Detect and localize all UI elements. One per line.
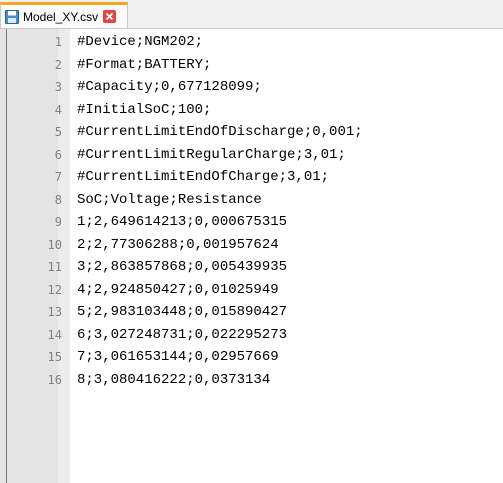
code-line[interactable]: 7 #CurrentLimitEndOfCharge;3,01; xyxy=(0,166,503,189)
code-line[interactable]: 15 7;3,061653144;0,02957669 xyxy=(0,346,503,369)
code-line[interactable]: 12 4;2,924850427;0,01025949 xyxy=(0,279,503,302)
line-text[interactable]: 1;2,649614213;0,000675315 xyxy=(77,214,287,230)
code-line[interactable]: 10 2;2,77306288;0,001957624 xyxy=(0,234,503,257)
line-number: 8 xyxy=(54,192,62,207)
code-line[interactable]: 5 #CurrentLimitEndOfDischarge;0,001; xyxy=(0,121,503,144)
line-text[interactable]: 8;3,080416222;0,0373134 xyxy=(77,372,270,388)
line-number: 6 xyxy=(54,147,62,162)
line-text[interactable]: #CurrentLimitRegularCharge;3,01; xyxy=(77,147,346,163)
code-line[interactable]: 3 #Capacity;0,677128099; xyxy=(0,76,503,99)
line-number: 12 xyxy=(47,282,62,297)
line-number: 1 xyxy=(54,35,62,50)
code-line[interactable]: 13 5;2,983103448;0,015890427 xyxy=(0,301,503,324)
line-text[interactable]: #CurrentLimitEndOfDischarge;0,001; xyxy=(77,124,363,140)
tab-filename: Model_XY.csv xyxy=(23,9,99,24)
line-number: 9 xyxy=(54,215,62,230)
line-number: 15 xyxy=(47,350,62,365)
line-number: 11 xyxy=(47,260,62,275)
tab-bar: Model_XY.csv xyxy=(0,0,503,28)
line-number: 13 xyxy=(47,305,62,320)
line-number: 5 xyxy=(54,125,62,140)
line-number: 10 xyxy=(47,237,62,252)
line-text[interactable]: 2;2,77306288;0,001957624 xyxy=(77,237,279,253)
line-text[interactable]: SoC;Voltage;Resistance xyxy=(77,192,262,208)
tab-separator xyxy=(0,28,503,29)
line-text[interactable]: #Capacity;0,677128099; xyxy=(77,79,262,95)
code-line[interactable]: 2 #Format;BATTERY; xyxy=(0,54,503,77)
code-line[interactable]: 9 1;2,649614213;0,000675315 xyxy=(0,211,503,234)
code-line[interactable]: 8 SoC;Voltage;Resistance xyxy=(0,189,503,212)
close-icon[interactable] xyxy=(103,10,117,23)
line-text[interactable]: #InitialSoC;100; xyxy=(77,102,211,118)
line-text[interactable]: 5;2,983103448;0,015890427 xyxy=(77,304,287,320)
line-text[interactable]: 4;2,924850427;0,01025949 xyxy=(77,282,279,298)
code-line[interactable]: 1 #Device;NGM202; xyxy=(0,31,503,54)
code-line[interactable]: 6 #CurrentLimitRegularCharge;3,01; xyxy=(0,144,503,167)
line-text[interactable]: #Device;NGM202; xyxy=(77,34,203,50)
line-text[interactable]: 3;2,863857868;0,005439935 xyxy=(77,259,287,275)
line-text[interactable]: #CurrentLimitEndOfCharge;3,01; xyxy=(77,169,329,185)
code-line[interactable]: 16 8;3,080416222;0,0373134 xyxy=(0,369,503,392)
line-number: 14 xyxy=(47,327,62,342)
line-number: 16 xyxy=(47,372,62,387)
line-text[interactable]: #Format;BATTERY; xyxy=(77,57,211,73)
save-icon xyxy=(5,9,19,24)
line-text[interactable]: 6;3,027248731;0,022295273 xyxy=(77,327,287,343)
line-text[interactable]: 7;3,061653144;0,02957669 xyxy=(77,349,279,365)
line-number: 4 xyxy=(54,102,62,117)
code-line[interactable]: 4 #InitialSoC;100; xyxy=(0,99,503,122)
text-editor[interactable]: 1 #Device;NGM202; 2 #Format;BATTERY; 3 #Capac… xyxy=(0,31,503,391)
line-number: 2 xyxy=(54,57,62,72)
line-number: 7 xyxy=(54,170,62,185)
code-line[interactable]: 14 6;3,027248731;0,022295273 xyxy=(0,324,503,347)
file-tab[interactable]: Model_XY.csv xyxy=(0,2,128,28)
line-number: 3 xyxy=(54,80,62,95)
code-line[interactable]: 11 3;2,863857868;0,005439935 xyxy=(0,256,503,279)
